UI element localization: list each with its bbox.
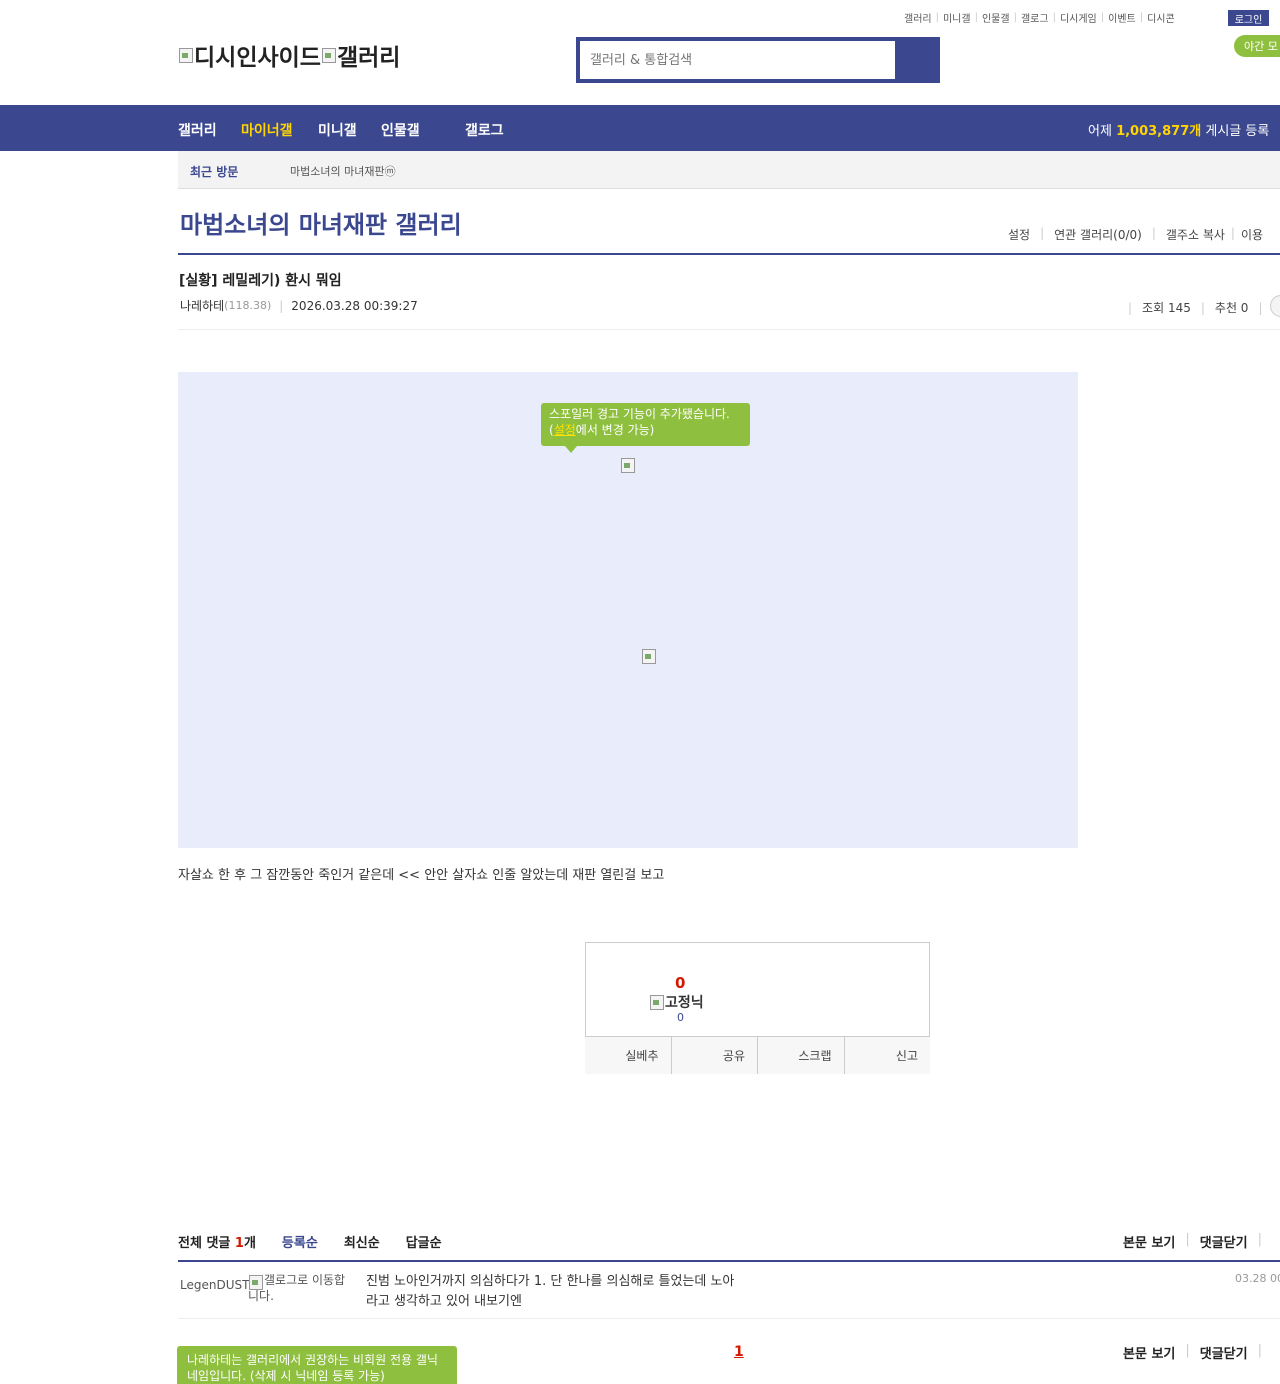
gallery-title[interactable]: 마법소녀의 마녀재판 갤러리 — [180, 205, 462, 240]
post-stats: | 조회 145 | 추천 0 | — [1128, 300, 1263, 316]
top-link-minigall[interactable]: 미니갤 — [943, 10, 971, 25]
post-count-stat: 어제 1,003,877개 게시글 등록 — [1088, 124, 1270, 139]
fixed-nick-count: 0 — [677, 1011, 684, 1024]
fixed-nick-recommend[interactable]: 고정닉 — [649, 992, 704, 1012]
copy-address-link[interactable]: 갤주소 복사 — [1166, 226, 1225, 243]
nav-item-gallery[interactable]: 갤러리 — [178, 120, 217, 140]
comment-row-divider — [178, 1318, 1280, 1319]
recent-visit-item[interactable]: 마법소녀의 마녀재판ⓜ — [290, 163, 396, 179]
post-views: 조회 145 — [1142, 301, 1191, 315]
recent-visit-bar: 최근 방문 마법소녀의 마녀재판ⓜ — [178, 151, 1280, 189]
site-logo[interactable]: 디시인사이드 갤러리 — [178, 38, 400, 72]
tooltip-settings-link[interactable]: 설정 — [554, 423, 576, 437]
close-comments-button-bottom[interactable]: 댓글닫기 — [1200, 1343, 1248, 1362]
logo-site-text: 디시인사이드 — [194, 45, 321, 71]
search-box — [576, 37, 940, 83]
logo-section-text: 갤러리 — [336, 45, 401, 71]
night-mode-button[interactable]: 야간 모 — [1234, 35, 1280, 57]
broken-image-icon — [178, 47, 194, 63]
login-button[interactable]: 로그인 — [1228, 10, 1269, 26]
best-recommend-button[interactable]: 실베추 — [585, 1037, 672, 1074]
main-nav: 갤러리 마이너갤 미니갤 인물갤 갤로그 어제 1,003,877개 게시글 등… — [0, 105, 1280, 151]
comment-nick[interactable]: LegenDUST — [180, 1278, 249, 1292]
usage-link[interactable]: 이용 — [1241, 226, 1263, 243]
broken-image-icon — [248, 1274, 264, 1290]
sort-latest[interactable]: 최신순 — [344, 1232, 380, 1251]
top-links: 갤러리 | 미니갤 | 인물갤 | 갤로그 | 디시게임 | 이벤트 | 디시콘 — [904, 10, 1175, 25]
share-button[interactable]: 공유 — [672, 1037, 758, 1074]
post-title: [실황] 레밀레기) 환시 뭐임 — [179, 273, 342, 289]
spoiler-tooltip: 스포일러 경고 기능이 추가됐습니다. (설정에서 변경 가능) — [541, 403, 750, 446]
post-recommends: 추천 0 — [1214, 301, 1249, 315]
search-button[interactable] — [895, 41, 940, 79]
comment-actions: 본문 보기 | 댓글닫기 | — [1123, 1232, 1262, 1251]
meta-divider — [178, 329, 1280, 330]
gallery-links: 설정 | 연관 갤러리(0/0) | 갤주소 복사 | 이용 — [1008, 226, 1264, 243]
comment-divider — [178, 1260, 1280, 1262]
broken-image-icon — [321, 47, 337, 63]
comment-text: 진범 노아인거까지 의심하다가 1. 단 한나를 의심해로 틀었는데 노아라고 … — [366, 1274, 735, 1309]
related-gallery-link[interactable]: 연관 갤러리(0/0) — [1054, 226, 1142, 243]
comment-total: 전체 댓글 1개 — [178, 1236, 256, 1251]
comment-header: 전체 댓글 1개 등록순 최신순 답글순 — [178, 1232, 442, 1251]
post-meta: 나레하테 (118.38) | 2026.03.28 00:39:27 — [180, 297, 418, 314]
broken-image-icon[interactable] — [620, 457, 636, 473]
nav-item-mini-gallery[interactable]: 미니갤 — [318, 120, 357, 140]
nav-item-gallog[interactable]: 갤로그 — [465, 120, 504, 140]
view-body-button[interactable]: 본문 보기 — [1123, 1232, 1175, 1251]
sort-registered[interactable]: 등록순 — [282, 1232, 318, 1251]
broken-image-icon[interactable] — [641, 648, 657, 664]
sort-replies[interactable]: 답글순 — [406, 1232, 442, 1251]
comment-page-1[interactable]: 1 — [734, 1344, 744, 1360]
report-button[interactable]: 신고 — [845, 1037, 931, 1074]
scrap-button[interactable]: 스크랩 — [758, 1037, 845, 1074]
top-link-game[interactable]: 디시게임 — [1060, 10, 1097, 25]
post-author[interactable]: 나레하테 — [180, 297, 224, 314]
nav-item-minor-gallery[interactable]: 마이너갤 — [241, 120, 293, 140]
top-link-person[interactable]: 인물갤 — [982, 10, 1010, 25]
search-input[interactable] — [590, 41, 895, 79]
recent-visit-label[interactable]: 최근 방문 — [190, 163, 238, 180]
comment-actions-bottom: 본문 보기 | 댓글닫기 | — [1123, 1343, 1262, 1362]
nickname-tooltip: 나레하테는 갤러리에서 권장하는 비회원 전용 갤닉네임입니다. (삭제 시 닉… — [177, 1346, 457, 1384]
recommend-count: 0 — [675, 974, 686, 992]
top-link-gallery[interactable]: 갤러리 — [904, 10, 932, 25]
gallog-link[interactable]: 갤로그로 이동합니다. — [248, 1274, 348, 1303]
broken-image-icon — [649, 994, 665, 1010]
top-link-event[interactable]: 이벤트 — [1108, 10, 1136, 25]
post-datetime: 2026.03.28 00:39:27 — [291, 298, 418, 313]
nav-item-person-gallery[interactable]: 인물갤 — [381, 120, 420, 140]
gallery-settings-link[interactable]: 설정 — [1008, 226, 1030, 243]
recommend-actions: 실베추 공유 스크랩 신고 — [585, 1036, 930, 1074]
post-body-text: 자살쇼 한 후 그 잠깐동안 죽인거 같은데 << 안안 살자쇼 인줄 알았는데… — [178, 868, 665, 883]
close-comments-button[interactable]: 댓글닫기 — [1200, 1232, 1248, 1251]
tooltip-arrow — [565, 446, 577, 453]
post-author-ip: (118.38) — [224, 299, 272, 312]
top-link-gallog[interactable]: 갤로그 — [1021, 10, 1049, 25]
top-link-dcicon[interactable]: 디시콘 — [1147, 10, 1175, 25]
view-body-button-bottom[interactable]: 본문 보기 — [1123, 1343, 1175, 1362]
comment-date: 03.28 00 — [1235, 1272, 1280, 1285]
title-divider — [178, 253, 1280, 255]
